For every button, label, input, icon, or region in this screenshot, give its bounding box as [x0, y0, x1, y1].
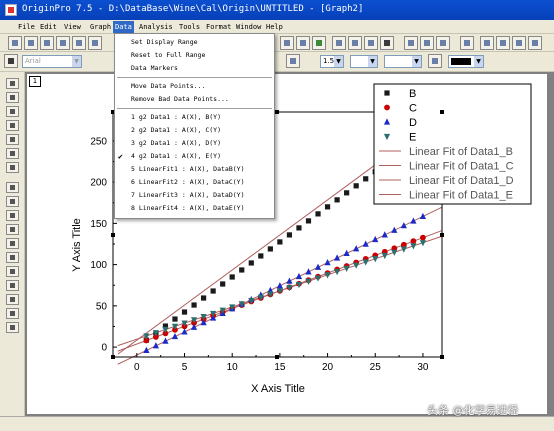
menu-item-reset-to-full-range[interactable]: Reset to Full Range: [115, 50, 274, 61]
color-swatch: [451, 58, 471, 65]
menu-item-plot-5[interactable]: 5 LinearFit1 : A(X), DataB(Y): [115, 164, 274, 175]
new-function-icon[interactable]: [72, 36, 86, 50]
zoom-out-icon[interactable]: [420, 36, 434, 50]
layer-icon[interactable]: [380, 36, 394, 50]
menu-item-plot-4[interactable]: ✔ 4 g2 Data1 : A(X), E(Y): [115, 151, 274, 162]
menu-item-plot-8[interactable]: 8 LinearFit4 : A(X), DataE(Y): [115, 203, 274, 214]
new-matrix-icon[interactable]: [56, 36, 70, 50]
region-tool-icon[interactable]: [6, 294, 19, 305]
draw-data-tool-icon[interactable]: [6, 148, 19, 159]
polygon-tool-icon[interactable]: [6, 280, 19, 291]
window-title: OriginPro 7.5 - D:\DataBase\Wine\Cal\Ori…: [22, 4, 364, 14]
menu-separator: [117, 77, 272, 79]
layer-tab[interactable]: 1: [29, 76, 41, 87]
rescale-icon[interactable]: [460, 36, 474, 50]
results-log-icon[interactable]: [312, 36, 326, 50]
chevron-down-icon[interactable]: ▼: [474, 56, 483, 67]
freehand-tool-icon[interactable]: [6, 308, 19, 319]
text-tool-icon[interactable]: [6, 182, 19, 193]
menu-window[interactable]: Window: [234, 21, 263, 33]
data-region-tool-icon[interactable]: [6, 162, 19, 173]
new-project-icon[interactable]: [8, 36, 22, 50]
chevron-down-icon[interactable]: ▼: [334, 56, 343, 67]
menu-item-remove-bad-data-points[interactable]: Remove Bad Data Points...: [115, 94, 274, 105]
menu-data[interactable]: Data: [113, 21, 134, 33]
code-builder-icon[interactable]: [364, 36, 378, 50]
print-icon[interactable]: [280, 36, 294, 50]
chevron-down-icon[interactable]: ▼: [412, 56, 421, 67]
menu-view[interactable]: View: [62, 21, 83, 33]
new-graph-icon[interactable]: [40, 36, 54, 50]
pointer-tool-icon[interactable]: [6, 78, 19, 89]
font-combo[interactable]: Arial ▼: [22, 55, 82, 68]
menu-item-plot-7[interactable]: 7 LinearFit3 : A(X), DataD(Y): [115, 190, 274, 201]
menu-item-plot-2[interactable]: 2 g2 Data1 : A(X), C(Y): [115, 125, 274, 136]
menu-help[interactable]: Help: [264, 21, 285, 33]
line-width-combo[interactable]: 1.5 ▼: [320, 55, 344, 68]
menu-item-plot-3[interactable]: 3 g2 Data1 : A(X), D(Y): [115, 138, 274, 149]
polyline-tool-icon[interactable]: [6, 238, 19, 249]
extract-layers-icon[interactable]: [528, 36, 542, 50]
menu-item-plot-6[interactable]: 6 LinearFit2 : A(X), DataC(Y): [115, 177, 274, 188]
check-mark-icon: ✔: [118, 152, 123, 161]
menu-item-set-display-range[interactable]: Set Display Range: [115, 37, 274, 48]
text-tool-icon[interactable]: [4, 54, 18, 68]
line-color-combo[interactable]: ▼: [384, 55, 422, 68]
project-explorer-icon[interactable]: [332, 36, 346, 50]
zoom-tool-icon[interactable]: [6, 92, 19, 103]
menu-bar: File Edit View Graph Data Analysis Tools…: [0, 20, 554, 34]
menu-file[interactable]: File: [16, 21, 37, 33]
copy-page-icon[interactable]: [296, 36, 310, 50]
screen-reader-tool-icon[interactable]: [6, 106, 19, 117]
data-reader-tool-icon[interactable]: [6, 120, 19, 131]
rectangle-tool-icon[interactable]: [6, 252, 19, 263]
tools-toolbar: [0, 72, 25, 421]
fill-color-icon[interactable]: [428, 54, 442, 68]
merge-icon[interactable]: [496, 36, 510, 50]
standard-toolbar: [0, 34, 554, 52]
fill-pattern-combo[interactable]: ▼: [350, 55, 378, 68]
line-width-value: 1.5: [323, 57, 335, 65]
arrow-tool-icon[interactable]: [6, 196, 19, 207]
menu-graph[interactable]: Graph: [88, 21, 113, 33]
arrange-layers-icon[interactable]: [512, 36, 526, 50]
graph-window: [27, 74, 547, 414]
format-toolbar: Arial ▼ 1.5 ▼ ▼ ▼ ▼: [0, 52, 554, 72]
add-layer-icon[interactable]: [480, 36, 494, 50]
circle-tool-icon[interactable]: [6, 266, 19, 277]
data-selector-tool-icon[interactable]: [6, 134, 19, 145]
new-worksheet-icon[interactable]: [24, 36, 38, 50]
menu-item-plot-1[interactable]: 1 g2 Data1 : A(X), B(Y): [115, 112, 274, 123]
line-style-icon[interactable]: [286, 54, 300, 68]
curved-arrow-tool-icon[interactable]: [6, 210, 19, 221]
color-combo[interactable]: ▼: [448, 55, 484, 68]
menu-analysis[interactable]: Analysis: [137, 21, 175, 33]
chevron-down-icon[interactable]: ▼: [72, 56, 81, 67]
new-excel-icon[interactable]: [88, 36, 102, 50]
menu-separator: [117, 108, 272, 110]
mask-tool-icon[interactable]: [6, 322, 19, 333]
menu-edit[interactable]: Edit: [38, 21, 59, 33]
status-bar: [0, 416, 554, 431]
line-tool-icon[interactable]: [6, 224, 19, 235]
watermark: 头条 @化学易进径: [427, 404, 519, 417]
zoom-in-icon[interactable]: [404, 36, 418, 50]
origin-app-icon[interactable]: [5, 4, 17, 16]
command-window-icon[interactable]: [348, 36, 362, 50]
whole-page-icon[interactable]: [436, 36, 450, 50]
menu-format[interactable]: Format: [204, 21, 233, 33]
data-menu-dropdown: Set Display Range Reset to Full Range Da…: [114, 33, 275, 219]
menu-item-data-markers[interactable]: Data Markers: [115, 63, 274, 74]
font-combo-value: Arial: [25, 57, 41, 65]
menu-item-move-data-points[interactable]: Move Data Points...: [115, 81, 274, 92]
chevron-down-icon[interactable]: ▼: [368, 56, 377, 67]
title-bar: OriginPro 7.5 - D:\DataBase\Wine\Cal\Ori…: [0, 0, 554, 20]
menu-tools[interactable]: Tools: [177, 21, 202, 33]
